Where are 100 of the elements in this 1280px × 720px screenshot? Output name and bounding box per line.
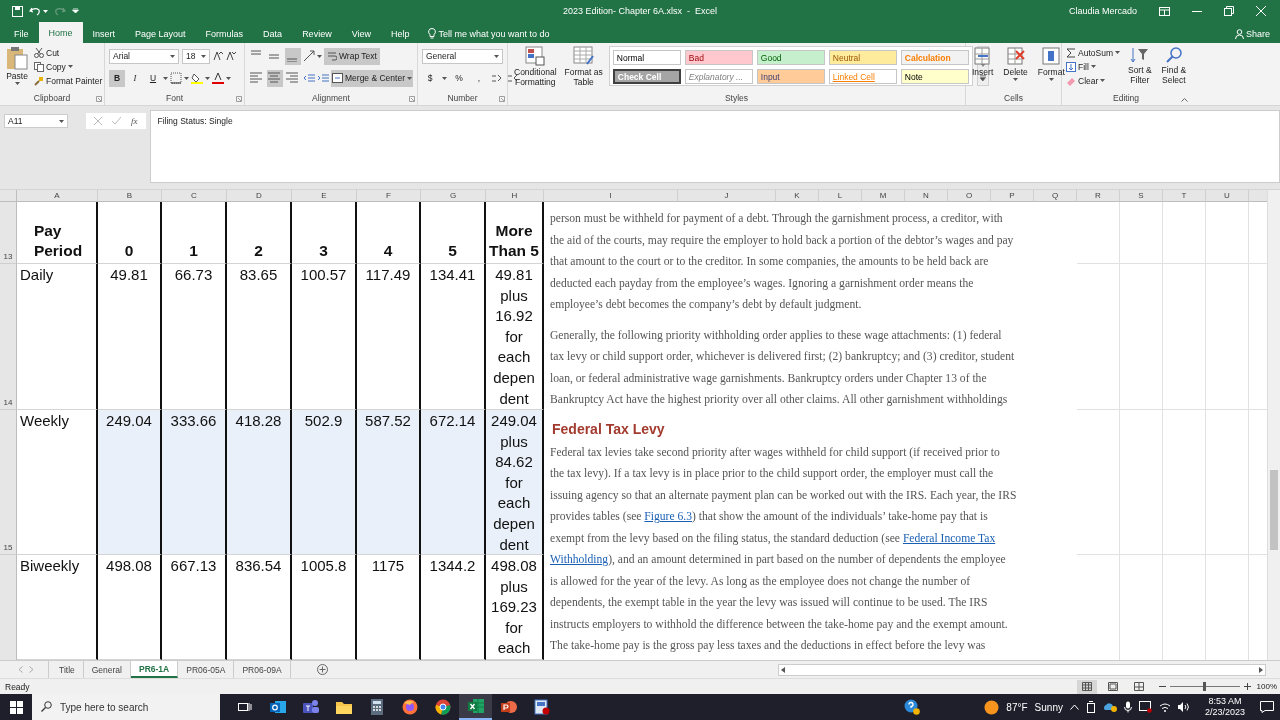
weather-condition[interactable]: Sunny [1034, 701, 1063, 713]
mail-icon[interactable] [269, 699, 286, 715]
increase-decimal-icon[interactable] [491, 73, 503, 83]
cells-button[interactable]: Insert [970, 46, 996, 92]
microphone-icon[interactable] [1123, 701, 1132, 713]
zoom-level[interactable]: 100% [1256, 682, 1277, 691]
find-select-button[interactable]: Find & Select [1159, 46, 1189, 92]
ribbon-tab[interactable]: Formulas [195, 24, 254, 43]
format-painter-button[interactable]: Format Painter [34, 74, 103, 87]
formula-field[interactable]: Filing Status: Single [149, 110, 1280, 183]
undo-icon[interactable] [29, 6, 41, 16]
copy-button[interactable]: Copy [34, 60, 103, 73]
font-style-button[interactable]: B [109, 69, 125, 87]
insert-function-button[interactable]: fx [131, 116, 138, 126]
zoom-in-icon[interactable] [1243, 683, 1251, 690]
volume-icon[interactable] [1177, 702, 1190, 712]
view-button[interactable] [1076, 679, 1097, 694]
cloud-sync-icon[interactable] [1102, 702, 1117, 712]
zoom-out-icon[interactable] [1158, 683, 1166, 690]
calculator-icon[interactable] [370, 699, 383, 715]
column-header[interactable]: F [357, 190, 421, 202]
ribbon-tab[interactable]: View [341, 24, 381, 43]
folder-icon[interactable] [335, 700, 352, 714]
clear-button[interactable]: Clear [1066, 74, 1120, 87]
collapse-ribbon-icon[interactable] [1181, 98, 1188, 102]
ribbon-tab[interactable]: Help [381, 24, 420, 43]
cell-style[interactable]: Neutral [828, 50, 897, 65]
cell-style[interactable]: Normal [612, 50, 681, 65]
search-field[interactable]: Type here to search [32, 694, 220, 720]
name-box[interactable]: A11 [4, 114, 68, 128]
cell-style[interactable]: Note [900, 69, 969, 84]
sun-icon[interactable] [984, 699, 1000, 715]
column-header[interactable]: C [162, 190, 227, 202]
currency-button[interactable]: $ [422, 69, 438, 87]
font-style-button[interactable]: U [145, 69, 161, 87]
wifi-icon[interactable] [1158, 702, 1171, 712]
spreadsheet-icon[interactable] [467, 698, 484, 714]
link[interactable]: Federal Income Tax [902, 531, 996, 545]
cell-style[interactable]: Explanatory ... [684, 69, 753, 84]
column-header[interactable]: E [292, 190, 357, 202]
number-format-dropdown[interactable]: General [422, 48, 503, 64]
presentation-icon[interactable] [500, 699, 517, 715]
ribbon-tab[interactable]: Page Layout [125, 24, 196, 43]
share-button[interactable]: Share [1234, 24, 1270, 43]
browser-icon[interactable] [434, 699, 451, 715]
comma-style-button[interactable]: , [471, 69, 487, 87]
tell-me-search[interactable]: Tell me what you want to do [427, 24, 550, 43]
font-size-dropdown[interactable]: 18 [182, 48, 210, 64]
column-header[interactable]: R [1077, 190, 1120, 202]
column-header[interactable]: P [991, 190, 1034, 202]
restore-icon[interactable] [1224, 6, 1234, 16]
tray-device-icon[interactable] [1085, 701, 1096, 713]
decrease-font-size-icon[interactable] [226, 51, 236, 61]
cell-style[interactable]: Good [756, 50, 825, 65]
customize-toolbar-icon[interactable] [72, 8, 79, 14]
row-header[interactable]: 15 [0, 410, 17, 555]
cut-button[interactable]: Cut [34, 46, 103, 59]
close-icon[interactable] [1256, 6, 1266, 16]
ribbon-tab[interactable]: Home [38, 22, 83, 43]
increase-font-size-icon[interactable] [213, 51, 223, 61]
column-header[interactable]: O [948, 190, 991, 202]
format-as-table-button[interactable]: Format as Table [562, 46, 605, 92]
scroll-left-icon[interactable] [781, 666, 785, 673]
row-header[interactable]: 14 [0, 264, 17, 410]
column-header[interactable]: U [1206, 190, 1249, 202]
text-orientation-icon[interactable] [303, 50, 315, 62]
wrap-text-button[interactable]: Wrap Text [324, 47, 380, 65]
column-header[interactable]: K [776, 190, 819, 202]
scroll-right-icon[interactable] [1259, 666, 1263, 673]
help-icon[interactable] [904, 699, 921, 715]
column-header[interactable]: M [862, 190, 905, 202]
tray-monitor-icon[interactable] [1138, 701, 1152, 713]
browser-icon[interactable] [401, 699, 418, 715]
ribbon-tab[interactable]: File [4, 24, 39, 43]
sort-filter-button[interactable]: Sort & Filter [1125, 46, 1154, 92]
temperature[interactable]: 87°F [1006, 701, 1028, 713]
column-header[interactable]: B [98, 190, 162, 202]
column-header[interactable]: H [486, 190, 544, 202]
merge-center-button[interactable]: Merge & Center [331, 69, 413, 87]
column-header[interactable]: I [544, 190, 678, 202]
column-header[interactable]: L [819, 190, 862, 202]
column-header[interactable]: T [1163, 190, 1206, 202]
save-icon[interactable] [12, 5, 23, 17]
chat-icon[interactable] [302, 699, 319, 715]
column-header[interactable]: A [17, 190, 98, 202]
font-color-icon[interactable] [212, 72, 224, 84]
cells-button[interactable]: Format [1035, 46, 1067, 92]
ribbon-tab[interactable]: Data [253, 24, 293, 43]
column-header[interactable]: D [227, 190, 292, 202]
sheet-tab[interactable]: PR6-1A [131, 661, 179, 678]
clock-time[interactable]: 8:53 AM [1208, 696, 1242, 707]
ribbon-display-icon[interactable] [1159, 6, 1170, 16]
autosum-button[interactable]: AutoSum [1066, 46, 1120, 59]
clock-date[interactable]: 2/23/2023 [1204, 707, 1245, 718]
empty-cells[interactable] [1077, 202, 1267, 660]
more-styles-icon[interactable] [979, 75, 986, 81]
ribbon-tab[interactable]: Insert [82, 24, 126, 43]
column-header[interactable]: Q [1034, 190, 1077, 202]
decrease-indent-icon[interactable] [303, 72, 315, 84]
cells-button[interactable]: Delete [1001, 46, 1030, 92]
